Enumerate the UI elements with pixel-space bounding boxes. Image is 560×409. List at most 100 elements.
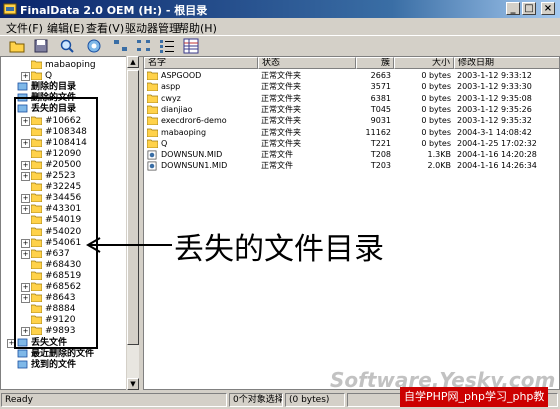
- list-row[interactable]: DOWNSUN.MID 正常文件 T208 1.3KB 2004-1-16 14:20:…: [144, 149, 559, 161]
- folder-icon: [147, 94, 158, 103]
- details-view-icon: [183, 38, 199, 54]
- open-button[interactable]: [8, 37, 26, 55]
- folder-icon: [147, 82, 158, 92]
- tree-scrollbar[interactable]: ▲ ▼: [126, 56, 139, 390]
- file-status: 正常文件夹: [261, 138, 301, 148]
- file-name: dianjiao: [161, 104, 193, 114]
- list-row[interactable]: mabaoping 正常文件夹 11162 0 bytes 2004-3-1 14:08…: [144, 127, 559, 139]
- annotation-text: 丢失的文件目录: [174, 232, 384, 267]
- file-name: execdror6-demo: [161, 116, 227, 126]
- file-date: 2004-1-16 14:26:34: [457, 161, 537, 171]
- lost-folders-highlight: [14, 97, 98, 349]
- minimize-button[interactable]: _: [506, 2, 520, 15]
- file-name: Q: [161, 138, 168, 148]
- file-cluster: T045: [370, 104, 391, 114]
- window-title: FinalData 2.0 OEM (H:) - 根目录: [20, 4, 208, 17]
- large-icons-button[interactable]: [112, 37, 130, 55]
- file-date: 2003-1-12 9:33:12: [457, 71, 532, 80]
- open-folder-icon: [9, 41, 25, 53]
- file-date: 2004-3-1 14:08:42: [457, 127, 532, 137]
- file-date: 2003-1-12 9:35:26: [457, 104, 532, 114]
- column-header-size[interactable]: 大小: [394, 57, 454, 69]
- list-row[interactable]: execdror6-demo 正常文件夹 9031 0 bytes 2003-1-12 …: [144, 115, 559, 127]
- list-view-icon: [160, 40, 174, 53]
- special-folder-icon: [17, 360, 28, 369]
- folder-icon: [147, 71, 158, 80]
- search-button[interactable]: [58, 37, 76, 55]
- gear-icon: [87, 39, 101, 53]
- file-size: 2.0KB: [427, 161, 451, 171]
- file-size: 0 bytes: [421, 138, 451, 148]
- menu-drive-manage[interactable]: 驱动器管理: [125, 20, 180, 36]
- scroll-down-arrow[interactable]: ▼: [127, 378, 139, 390]
- status-ready: Ready: [1, 393, 227, 407]
- file-cluster: T208: [370, 150, 391, 160]
- file-status: 正常文件夹: [261, 127, 301, 137]
- folder-icon: [147, 116, 158, 126]
- tree-item-label: mabaoping: [45, 60, 96, 70]
- settings-button[interactable]: [85, 37, 103, 55]
- file-status: 正常文件夹: [261, 93, 301, 103]
- folder-icon: [31, 71, 42, 81]
- file-cluster: T221: [370, 138, 391, 148]
- file-name: cwyz: [161, 93, 181, 103]
- app-icon: [3, 3, 17, 15]
- tree-item-label: 找到的文件: [31, 359, 77, 370]
- file-status: 正常文件: [261, 161, 293, 171]
- list-row[interactable]: cwyz 正常文件夹 6381 0 bytes 2003-1-12 9:35:08: [144, 93, 559, 105]
- file-size: 1.3KB: [427, 150, 451, 160]
- maximize-button[interactable]: □: [522, 2, 536, 15]
- list-row[interactable]: ASPGOOD 正常文件夹 2663 0 bytes 2003-1-12 9:33:12: [144, 70, 559, 82]
- file-status: 正常文件夹: [261, 71, 301, 80]
- watermark-badge: 自学PHP网_php学习_php教: [400, 387, 549, 407]
- large-icons-view-icon: [114, 40, 127, 51]
- file-name: DOWNSUN.MID: [161, 150, 223, 160]
- menu-view[interactable]: 查看(V): [86, 20, 124, 36]
- file-date: 2004-1-25 17:02:32: [457, 138, 537, 148]
- status-selection: 0个对象选择: [229, 393, 283, 407]
- file-size: 0 bytes: [421, 104, 451, 114]
- menu-edit[interactable]: 编辑(E): [47, 20, 85, 36]
- status-bytes: (0 bytes): [285, 393, 345, 407]
- list-row[interactable]: aspp 正常文件夹 3571 0 bytes 2003-1-12 9:33:30: [144, 81, 559, 93]
- details-view-button[interactable]: [182, 37, 200, 55]
- title-bar: FinalData 2.0 OEM (H:) - 根目录 _ □ ×: [0, 0, 560, 18]
- column-header-status[interactable]: 状态: [258, 57, 356, 69]
- file-cluster: 2663: [370, 71, 391, 80]
- expand-toggle[interactable]: +: [21, 72, 30, 82]
- file-cluster: 6381: [370, 93, 391, 103]
- list-row[interactable]: Q 正常文件夹 T221 0 bytes 2004-1-25 17:02:32: [144, 138, 559, 150]
- menu-file[interactable]: 文件(F): [6, 20, 43, 36]
- file-size: 0 bytes: [421, 127, 451, 137]
- file-name: ASPGOOD: [161, 71, 202, 80]
- list-row[interactable]: DOWNSUN1.MID 正常文件 T203 2.0KB 2004-1-16 14:26…: [144, 160, 559, 172]
- column-header-cluster[interactable]: 簇: [356, 57, 394, 69]
- small-icons-view-icon: [137, 40, 150, 51]
- column-header-name[interactable]: 名字: [144, 57, 258, 69]
- column-header-date[interactable]: 修改日期: [454, 57, 559, 69]
- file-date: 2004-1-16 14:20:28: [457, 150, 537, 160]
- scroll-up-arrow[interactable]: ▲: [127, 56, 139, 68]
- file-cluster: T203: [370, 161, 391, 171]
- list-row[interactable]: dianjiao 正常文件夹 T045 0 bytes 2003-1-12 9:35:2…: [144, 104, 559, 116]
- scroll-thumb[interactable]: [127, 70, 139, 345]
- toolbar: [0, 35, 560, 57]
- menu-help[interactable]: 帮助(H): [178, 20, 217, 36]
- list-view-button[interactable]: [158, 37, 176, 55]
- file-status: 正常文件夹: [261, 82, 301, 92]
- file-icon: [147, 150, 157, 160]
- file-size: 0 bytes: [421, 93, 451, 103]
- file-icon: [147, 161, 157, 171]
- magnifier-icon: [60, 39, 74, 53]
- file-date: 2003-1-12 9:33:30: [457, 82, 532, 92]
- save-button[interactable]: [32, 37, 50, 55]
- small-icons-button[interactable]: [135, 37, 153, 55]
- close-button[interactable]: ×: [541, 2, 555, 15]
- file-name: aspp: [161, 82, 181, 92]
- file-status: 正常文件夹: [261, 116, 301, 126]
- file-list[interactable]: 名字 状态 簇 大小 修改日期 ASPGOOD 正常文件夹 2663 0 bytes 2…: [143, 56, 560, 390]
- file-size: 0 bytes: [421, 82, 451, 92]
- special-folder-icon: [17, 82, 28, 91]
- special-folder-icon: [17, 349, 28, 358]
- file-size: 0 bytes: [421, 71, 451, 80]
